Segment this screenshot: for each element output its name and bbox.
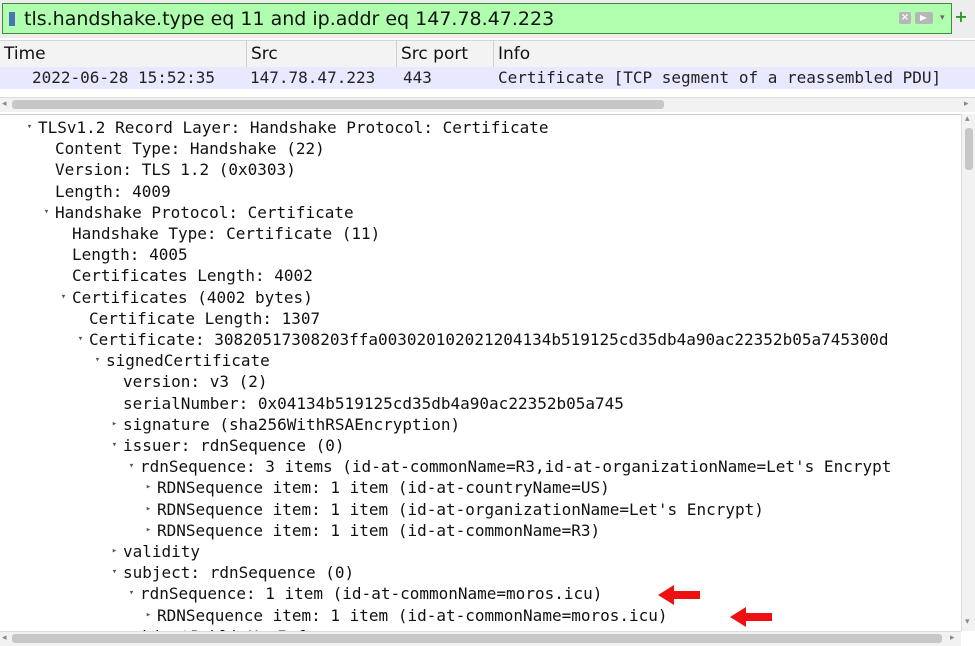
tree-item[interactable]: Certificate Length: 1307 xyxy=(72,308,320,329)
tree-item[interactable]: ▾ Handshake Protocol: Certificate xyxy=(38,202,354,223)
tree-item[interactable]: ▸ signature (sha256WithRSAEncryption) xyxy=(106,414,460,435)
collapse-arrow-icon[interactable]: ▾ xyxy=(72,329,89,350)
tree-item[interactable]: Content Type: Handshake (22) xyxy=(38,138,325,159)
collapse-arrow-icon[interactable]: ▾ xyxy=(89,350,106,371)
expand-arrow-icon[interactable]: ▸ xyxy=(140,499,157,520)
expand-arrow-icon[interactable]: ▸ xyxy=(106,414,123,435)
packet-time: 2022-06-28 15:52:35 xyxy=(32,68,216,87)
column-src[interactable]: Src xyxy=(247,41,397,67)
scroll-right-icon[interactable]: ▸ xyxy=(950,633,955,643)
tree-item[interactable]: ▾ rdnSequence: 3 items (id-at-commonName=… xyxy=(123,456,892,477)
scroll-thumb[interactable] xyxy=(12,100,664,109)
red-arrow-icon xyxy=(658,585,700,605)
tree-item-label: Length: 4009 xyxy=(55,181,171,201)
bookmark-icon[interactable] xyxy=(9,12,15,26)
tree-item-label: Content Type: Handshake (22) xyxy=(55,139,325,159)
tree-item-label: RDNSequence item: 1 item (id-at-organiza… xyxy=(157,499,764,519)
tree-item-label: subject: rdnSequence (0) xyxy=(123,563,355,583)
add-filter-icon[interactable]: + xyxy=(954,5,968,29)
tree-item[interactable]: ▾ issuer: rdnSequence (0) xyxy=(106,435,345,456)
tree-item[interactable]: ▸ validity xyxy=(106,541,200,562)
tree-item-label: TLSv1.2 Record Layer: Handshake Protocol… xyxy=(38,118,549,137)
display-filter-toolbar: tls.handshake.type eq 11 and ip.addr eq … xyxy=(0,0,975,38)
clear-filter-icon[interactable]: × xyxy=(899,12,911,24)
filter-text[interactable]: tls.handshake.type eq 11 and ip.addr eq … xyxy=(24,7,554,31)
tree-item-label: RDNSequence item: 1 item (id-at-commonNa… xyxy=(157,520,601,540)
column-info[interactable]: Info xyxy=(494,41,975,67)
column-src-port[interactable]: Src port xyxy=(397,41,494,67)
packet-src-port: 443 xyxy=(403,68,432,87)
tree-item-label: Version: TLS 1.2 (0x0303) xyxy=(55,160,296,180)
scroll-thumb[interactable] xyxy=(12,634,942,643)
packet-list-header: Time Src Src port Info xyxy=(0,40,975,68)
scroll-up-icon[interactable]: ▴ xyxy=(965,114,970,124)
tree-item-label: rdnSequence: 1 item (id-at-commonName=mo… xyxy=(140,584,603,604)
tree-item-label: version: v3 (2) xyxy=(123,372,268,392)
tree-item[interactable]: ▾ rdnSequence: 1 item (id-at-commonName=m… xyxy=(123,583,603,604)
tree-item[interactable]: ▸ RDNSequence item: 1 item (id-at-country… xyxy=(140,477,610,498)
tree-item-label: Handshake Protocol: Certificate xyxy=(55,202,354,222)
expand-arrow-icon[interactable]: ▸ xyxy=(140,605,157,626)
packet-details-tree: ▾ TLSv1.2 Record Layer: Handshake Protoco… xyxy=(0,114,961,632)
expand-arrow-icon[interactable]: ▸ xyxy=(140,477,157,498)
packet-row[interactable]: 2022-06-28 15:52:35 147.78.47.223 443 Ce… xyxy=(0,67,975,89)
tree-item-label: Certificates Length: 4002 xyxy=(72,266,313,286)
scroll-right-icon[interactable]: ▸ xyxy=(964,99,969,109)
collapse-arrow-icon[interactable]: ▾ xyxy=(38,202,55,223)
scroll-thumb[interactable] xyxy=(965,128,973,170)
tree-item-label: Certificates (4002 bytes) xyxy=(72,287,313,307)
packet-src: 147.78.47.223 xyxy=(250,68,376,87)
details-vscrollbar[interactable]: ▴ ▾ xyxy=(961,114,975,631)
collapse-arrow-icon[interactable]: ▾ xyxy=(123,456,140,477)
tree-item-label: rdnSequence: 3 items (id-at-commonName=R… xyxy=(140,457,892,477)
tree-item[interactable]: Length: 4005 xyxy=(55,244,188,265)
collapse-arrow-icon[interactable]: ▾ xyxy=(106,562,123,583)
tree-item[interactable]: ▸ RDNSequence item: 1 item (id-at-commonN… xyxy=(140,520,600,541)
tree-item-label: serialNumber: 0x04134b519125cd35db4a90ac… xyxy=(123,393,624,413)
scroll-left-icon[interactable]: ◂ xyxy=(2,633,7,643)
red-arrow-icon xyxy=(730,607,772,627)
tree-item-label: Handshake Type: Certificate (11) xyxy=(72,224,381,243)
tree-item-label: RDNSequence item: 1 item (id-at-countryN… xyxy=(157,478,610,498)
tree-item[interactable]: ▾ subject: rdnSequence (0) xyxy=(106,562,354,583)
expand-arrow-icon[interactable]: ▸ xyxy=(106,541,123,562)
collapse-arrow-icon[interactable]: ▾ xyxy=(106,435,123,456)
tree-item[interactable]: version: v3 (2) xyxy=(106,371,268,392)
tree-item-label: signedCertificate xyxy=(106,351,270,371)
tree-item[interactable]: Length: 4009 xyxy=(38,181,171,202)
tree-item[interactable]: ▾ signedCertificate xyxy=(89,350,270,371)
column-time[interactable]: Time xyxy=(0,41,247,67)
tree-item-label: Certificate: 30820517308203ffa0030201020… xyxy=(89,330,889,349)
tree-item-label: signature (sha256WithRSAEncryption) xyxy=(123,414,461,434)
tree-item[interactable]: ▸ RDNSequence item: 1 item (id-at-commonN… xyxy=(140,605,668,626)
collapse-arrow-icon[interactable]: ▾ xyxy=(55,287,72,308)
tree-item[interactable]: ▸ RDNSequence item: 1 item (id-at-organiz… xyxy=(140,499,764,520)
tree-item-label: Certificate Length: 1307 xyxy=(89,308,321,328)
details-hscrollbar[interactable]: ◂ ▸ xyxy=(0,631,961,646)
tree-item[interactable]: Handshake Type: Certificate (11) xyxy=(55,223,380,244)
packet-list-hscrollbar[interactable]: ◂ ▸ xyxy=(0,97,975,112)
expand-arrow-icon[interactable]: ▸ xyxy=(140,520,157,541)
packet-info: Certificate [TCP segment of a reassemble… xyxy=(498,68,942,87)
collapse-arrow-icon[interactable]: ▾ xyxy=(123,583,140,604)
tree-item-label: issuer: rdnSequence (0) xyxy=(123,436,345,455)
scroll-left-icon[interactable]: ◂ xyxy=(2,99,7,109)
filter-dropdown-icon[interactable]: ▾ xyxy=(940,13,945,23)
collapse-arrow-icon[interactable]: ▾ xyxy=(21,117,38,138)
apply-filter-icon[interactable] xyxy=(915,12,933,24)
tree-item[interactable]: Version: TLS 1.2 (0x0303) xyxy=(38,159,296,180)
tree-item[interactable]: ▾ Certificate: 30820517308203ffa003020102… xyxy=(72,329,889,350)
scroll-down-icon[interactable]: ▾ xyxy=(965,617,970,627)
display-filter-input[interactable]: tls.handshake.type eq 11 and ip.addr eq … xyxy=(2,3,952,34)
tree-item-label: RDNSequence item: 1 item (id-at-commonNa… xyxy=(157,605,668,625)
tree-item[interactable]: Certificates Length: 4002 xyxy=(55,265,313,286)
tree-item-label: validity xyxy=(123,542,201,561)
tree-item[interactable]: ▾ Certificates (4002 bytes) xyxy=(55,287,313,308)
tree-item[interactable]: ▾ TLSv1.2 Record Layer: Handshake Protoco… xyxy=(21,117,549,138)
tree-item[interactable]: serialNumber: 0x04134b519125cd35db4a90ac… xyxy=(106,393,624,414)
tree-item-label: Length: 4005 xyxy=(72,245,188,265)
